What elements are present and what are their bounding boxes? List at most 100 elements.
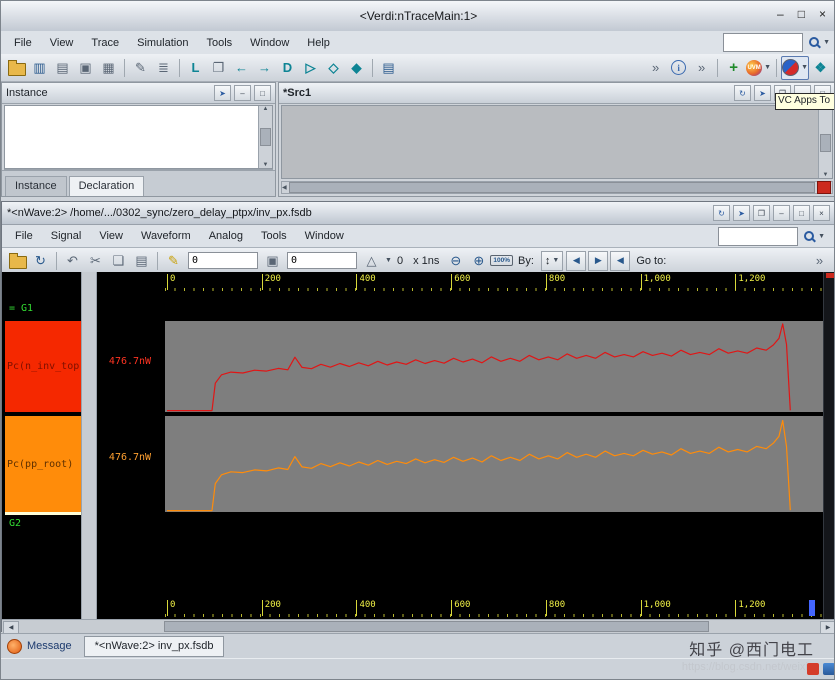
- new-waveform-button[interactable]: ▥: [28, 56, 51, 80]
- scroll-down-icon[interactable]: ▼: [823, 172, 829, 178]
- scroll-left-icon[interactable]: ◀: [282, 184, 287, 191]
- panel-pointer-button[interactable]: ➤: [754, 85, 771, 101]
- main-search-input[interactable]: [723, 33, 804, 52]
- uvm-apps-button[interactable]: UVM ▼: [745, 56, 772, 80]
- nwave-menu-view[interactable]: View: [90, 230, 132, 242]
- menu-trace[interactable]: Trace: [82, 37, 128, 49]
- list-button[interactable]: ≣: [152, 56, 175, 80]
- info-button[interactable]: i: [667, 56, 690, 80]
- vc-apps-button[interactable]: ▼: [781, 55, 809, 80]
- hierarchy-button[interactable]: ▤: [377, 56, 400, 80]
- signal-group-g1[interactable]: = G1: [9, 303, 33, 314]
- verdi-apps-button[interactable]: ❖: [809, 56, 832, 80]
- nwave-search-input[interactable]: [718, 226, 799, 246]
- search-icon[interactable]: [808, 36, 821, 49]
- scroll-thumb[interactable]: [164, 621, 709, 632]
- panel-reload-button[interactable]: ↻: [734, 85, 751, 101]
- nwave-open-button[interactable]: [6, 249, 29, 273]
- scroll-thumb[interactable]: [820, 134, 831, 152]
- nwave-pointer-button[interactable]: ➤: [733, 205, 750, 221]
- cursor-time-input[interactable]: [188, 252, 258, 269]
- menu-file[interactable]: File: [5, 37, 41, 49]
- scroll-thumb[interactable]: [288, 182, 815, 193]
- signal-group-g2[interactable]: G2: [9, 518, 21, 529]
- nwave-menu-analog[interactable]: Analog: [200, 230, 252, 242]
- wave-hscrollbar[interactable]: ◀ ▶: [2, 619, 834, 634]
- forward-button[interactable]: →: [253, 56, 276, 80]
- toolbar-overflow2-button[interactable]: »: [690, 56, 713, 80]
- signal-name-panel[interactable]: = G1 Pc(n_inv_top) Pc(pp_root) G2: [5, 272, 81, 619]
- scroll-up-icon[interactable]: ▲: [263, 106, 269, 112]
- cut-button[interactable]: ✂: [84, 249, 107, 273]
- stamp-button[interactable]: ▣: [261, 249, 284, 273]
- menu-window[interactable]: Window: [241, 37, 298, 49]
- load-design-button[interactable]: L: [184, 56, 207, 80]
- pane-splitter[interactable]: [81, 272, 97, 619]
- tab-message[interactable]: Message: [27, 640, 72, 652]
- nwave-menu-waveform[interactable]: Waveform: [132, 230, 200, 242]
- maximize-button[interactable]: □: [798, 7, 805, 21]
- nwave-reload-waveform-button[interactable]: ↻: [29, 249, 52, 273]
- nwave-toolbar-overflow-button[interactable]: »: [808, 249, 831, 273]
- undo-button[interactable]: ↶: [61, 249, 84, 273]
- tab-declaration[interactable]: Declaration: [68, 176, 145, 196]
- chevron-down-icon[interactable]: ▼: [385, 257, 392, 264]
- search-dropdown-icon[interactable]: ▼: [823, 39, 830, 46]
- search-time-input[interactable]: [287, 252, 357, 269]
- nwave-menu-window[interactable]: Window: [296, 230, 353, 242]
- toolbar-overflow-button[interactable]: »: [644, 56, 667, 80]
- tab-nwave-fsdb[interactable]: *<nWave:2> inv_px.fsdb: [83, 635, 225, 657]
- panel-pointer-button[interactable]: ➤: [214, 85, 231, 101]
- panel-maximize-button[interactable]: □: [254, 85, 271, 101]
- search-forward-button[interactable]: ▶: [588, 250, 609, 271]
- nwave-close-button[interactable]: ×: [813, 205, 830, 221]
- add-app-button[interactable]: +: [722, 56, 745, 80]
- source-hscrollbar[interactable]: ◀: [281, 181, 833, 194]
- search-icon[interactable]: [803, 230, 816, 243]
- menu-tools[interactable]: Tools: [197, 37, 241, 49]
- annotate-filled-button[interactable]: ◆: [345, 56, 368, 80]
- edit-button[interactable]: ✎: [129, 56, 152, 80]
- memory-view-button[interactable]: ▦: [97, 56, 120, 80]
- search-by-button[interactable]: ↕ ▼: [540, 250, 564, 271]
- minimize-button[interactable]: –: [777, 7, 784, 21]
- source-panel-header[interactable]: *Src1 ↻ ➤ ❐ – □: [279, 83, 834, 104]
- driver-trace-button[interactable]: D: [276, 56, 299, 80]
- signal-row-pc-n-inv-top[interactable]: Pc(n_inv_top): [5, 321, 81, 412]
- source-view-button[interactable]: ▤: [51, 56, 74, 80]
- scroll-thumb[interactable]: [260, 128, 271, 146]
- zoom-full-button[interactable]: 100%: [490, 255, 513, 266]
- nwave-menu-signal[interactable]: Signal: [42, 230, 91, 242]
- instance-vscrollbar[interactable]: ▲ ▼: [258, 106, 272, 168]
- back-button[interactable]: ←: [230, 56, 253, 80]
- nwave-menu-file[interactable]: File: [6, 230, 42, 242]
- run-trace-button[interactable]: ▷: [299, 56, 322, 80]
- nwave-maximize-button[interactable]: □: [793, 205, 810, 221]
- search-dropdown-icon[interactable]: ▼: [818, 233, 825, 240]
- waveform-canvas[interactable]: 0 200 400 600 800 1,000 1,200 0 200 400 600 800 1,0…: [165, 272, 823, 619]
- annotate-open-button[interactable]: ◇: [322, 56, 345, 80]
- schematic-button[interactable]: ▣: [74, 56, 97, 80]
- menu-simulation[interactable]: Simulation: [128, 37, 197, 49]
- nwave-minimize-button[interactable]: –: [773, 205, 790, 221]
- new-window-button[interactable]: ❐: [207, 56, 230, 80]
- menu-view[interactable]: View: [41, 37, 83, 49]
- close-button[interactable]: ×: [819, 7, 826, 21]
- zoom-out-button[interactable]: ⊖: [444, 249, 467, 273]
- jump-previous-button[interactable]: ◀: [610, 250, 631, 271]
- signal-row-pc-pp-root[interactable]: Pc(pp_root): [5, 416, 81, 512]
- title-bar[interactable]: <Verdi:nTraceMain:1> – □ ×: [1, 1, 834, 32]
- copy-button[interactable]: ❏: [107, 249, 130, 273]
- delta-marker-icon[interactable]: △: [360, 249, 383, 273]
- source-vscrollbar[interactable]: ▲ ▼: [818, 106, 832, 178]
- nwave-reload-button[interactable]: ↻: [713, 205, 730, 221]
- menu-help[interactable]: Help: [298, 37, 339, 49]
- panel-minimize-button[interactable]: –: [234, 85, 251, 101]
- instance-tree-area[interactable]: ▲ ▼: [4, 105, 273, 169]
- tab-instance[interactable]: Instance: [5, 176, 67, 196]
- open-file-button[interactable]: [5, 56, 28, 80]
- nwave-title-bar[interactable]: *<nWave:2> /home/.../0302_sync/zero_dela…: [2, 202, 834, 225]
- marker-button[interactable]: ✎: [162, 249, 185, 273]
- zoom-in-button[interactable]: ⊕: [467, 249, 490, 273]
- instance-panel-header[interactable]: Instance ➤ – □: [2, 83, 275, 104]
